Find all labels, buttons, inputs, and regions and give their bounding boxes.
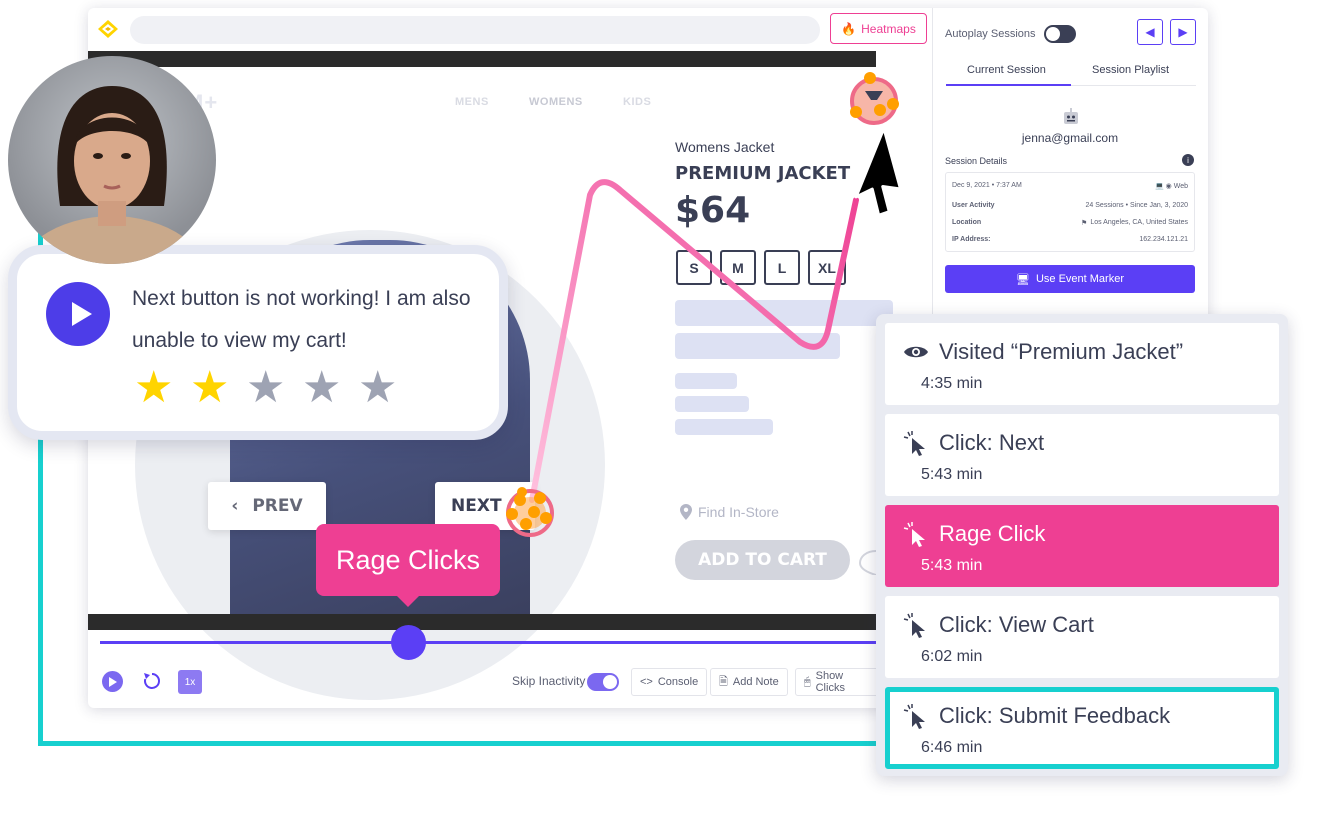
play-icon [72,302,92,326]
device-browser-icons: 💻 ◉ Web [1155,183,1188,190]
rage-click-marker [506,487,554,537]
monitor-icon: 🖥 [1016,273,1030,286]
cursor-click-icon [903,704,925,729]
mouse-icon: 🖱 [804,675,811,688]
note-icon: 🗎 [719,675,728,688]
eye-icon [904,346,928,358]
play-feedback-button[interactable] [46,282,110,346]
user-email: jenna@gmail.com [1021,131,1119,145]
star-filled-icon: ★ [190,363,230,412]
cursor-arrow-icon [854,126,903,217]
rewind-icon [144,673,160,689]
star-empty-icon: ★ [246,363,286,412]
star-empty-icon: ★ [302,363,342,412]
console-button[interactable]: <> Console [631,668,708,696]
skip-back-icon: ◀ [1145,25,1155,39]
active-tab-indicator [946,84,1071,86]
info-icon[interactable]: i [1182,154,1194,166]
show-clicks-button[interactable]: 🖱 Show Clicks [795,668,879,696]
next-session-button[interactable]: ▶ [1170,19,1196,45]
feedback-message: Next button is not working! I am also un… [132,287,471,352]
timeline-scrubber[interactable] [391,625,426,660]
detail-row-location: Location ⚑ Los Angeles, CA, United State… [952,219,1188,227]
us-flag-icon: ⚑ [1081,220,1088,227]
add-note-button[interactable]: 🗎 Add Note [710,668,788,696]
play-button[interactable] [102,671,123,692]
robot-avatar-icon [1061,107,1081,134]
previous-session-button[interactable]: ◀ [1137,19,1163,45]
tab-session-playlist[interactable]: Session Playlist [1092,64,1169,76]
detail-row-date: Dec 9, 2021 • 7:37 AM 💻 ◉ Web [952,182,1188,190]
detail-row-activity: User Activity 24 Sessions • Since Jan, 3… [952,202,1188,209]
code-icon: <> [640,676,653,688]
event-item-click-view-cart[interactable]: Click: View Cart 6:02 min [885,596,1279,678]
timeline-track[interactable] [100,641,876,644]
use-event-marker-button[interactable]: 🖥 Use Event Marker [945,265,1195,293]
speed-button[interactable]: 1x [178,670,202,694]
skip-inactivity-label: Skip Inactivity [512,674,586,688]
viewport-bottom-bar [88,614,876,630]
skip-inactivity-toggle[interactable] [587,673,619,691]
detail-row-ip: IP Address: 162.234.121.21 [952,236,1188,243]
cart-click-marker [850,72,899,125]
rewind-button[interactable] [142,671,162,696]
user-avatar [8,56,216,264]
skip-forward-icon: ▶ [1178,25,1188,39]
cursor-click-icon [903,431,925,456]
event-item-click-submit-feedback[interactable]: Click: Submit Feedback 6:46 min [885,687,1279,769]
event-item-rage-click[interactable]: Rage Click 5:43 min [885,505,1279,587]
star-filled-icon: ★ [134,363,174,412]
star-empty-icon: ★ [358,363,398,412]
autoplay-toggle[interactable] [1043,25,1076,43]
event-item-click-next[interactable]: Click: Next 5:43 min [885,414,1279,496]
rage-clicks-tooltip: Rage Clicks [316,524,500,607]
cursor-click-icon [903,613,925,638]
event-item-visited[interactable]: Visited “Premium Jacket” 4:35 min [885,323,1279,405]
cursor-click-icon [903,522,925,547]
session-details-title: Session Details [945,156,1008,166]
play-icon [109,676,117,687]
autoplay-row: Autoplay Sessions [945,25,1076,43]
tab-current-session[interactable]: Current Session [967,64,1046,76]
